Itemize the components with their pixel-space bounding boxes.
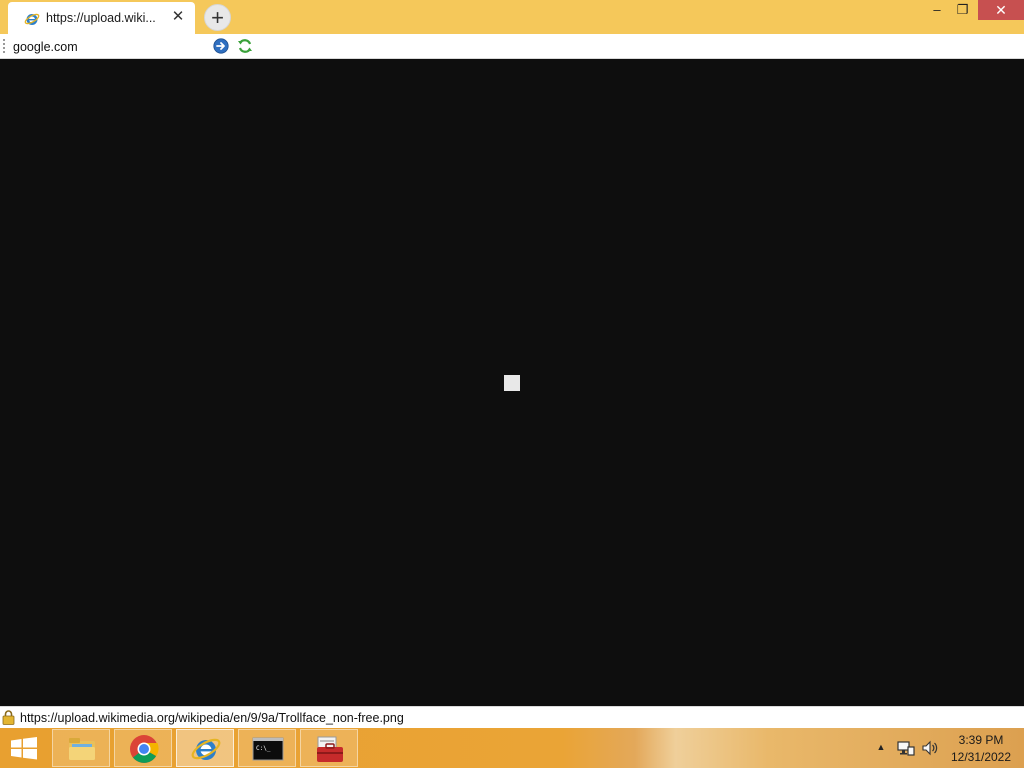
minimize-button[interactable]: – <box>925 0 949 20</box>
ie-icon <box>24 13 40 25</box>
network-icon[interactable] <box>897 739 915 757</box>
address-bar: google.com <box>0 34 1024 59</box>
image-placeholder <box>504 375 520 391</box>
go-arrow-icon[interactable] <box>213 38 229 54</box>
taskbar-item-file-explorer[interactable] <box>52 729 110 767</box>
clock-time[interactable]: 3:39 PM <box>946 733 1016 747</box>
browser-tab[interactable]: https://upload.wiki... ✕ <box>8 2 195 34</box>
address-input[interactable]: google.com <box>13 40 203 54</box>
new-tab-button[interactable]: + <box>204 4 231 31</box>
taskbar: C:\_ ▲ 3:39 PM 12/31/2022 <box>0 728 1024 768</box>
restore-button[interactable]: ❐ <box>950 0 975 20</box>
windows-logo-icon[interactable] <box>0 728 48 768</box>
refresh-icon[interactable] <box>237 38 253 54</box>
tab-title: https://upload.wiki... <box>46 11 156 25</box>
page-content <box>0 59 1024 706</box>
show-hidden-icons-button[interactable]: ▲ <box>876 742 886 752</box>
title-bar: https://upload.wiki... ✕ + – ❐ ✕ <box>0 0 1024 34</box>
toolbox-icon <box>317 736 343 762</box>
volume-icon[interactable] <box>921 739 939 757</box>
close-window-button[interactable]: ✕ <box>978 0 1024 20</box>
tab-close-icon[interactable]: ✕ <box>171 9 185 25</box>
svg-text:C:\_: C:\_ <box>256 745 271 752</box>
browser-window: https://upload.wiki... ✕ + – ❐ ✕ google.… <box>0 0 1024 768</box>
toolbar-grip <box>3 39 7 53</box>
taskbar-item-toolbox[interactable] <box>300 729 358 767</box>
lock-icon <box>2 710 15 725</box>
clock-date[interactable]: 12/31/2022 <box>946 750 1016 764</box>
cmd-icon: C:\_ <box>252 737 284 761</box>
taskbar-item-internet-explorer[interactable] <box>176 729 234 767</box>
chrome-icon <box>130 735 159 763</box>
taskbar-item-chrome[interactable] <box>114 729 172 767</box>
ie-icon <box>191 738 221 760</box>
taskbar-item-command-prompt[interactable]: C:\_ <box>238 729 296 767</box>
status-bar: https://upload.wikimedia.org/wikipedia/e… <box>0 706 1024 728</box>
folder-icon <box>69 738 95 760</box>
status-url: https://upload.wikimedia.org/wikipedia/e… <box>20 711 404 725</box>
